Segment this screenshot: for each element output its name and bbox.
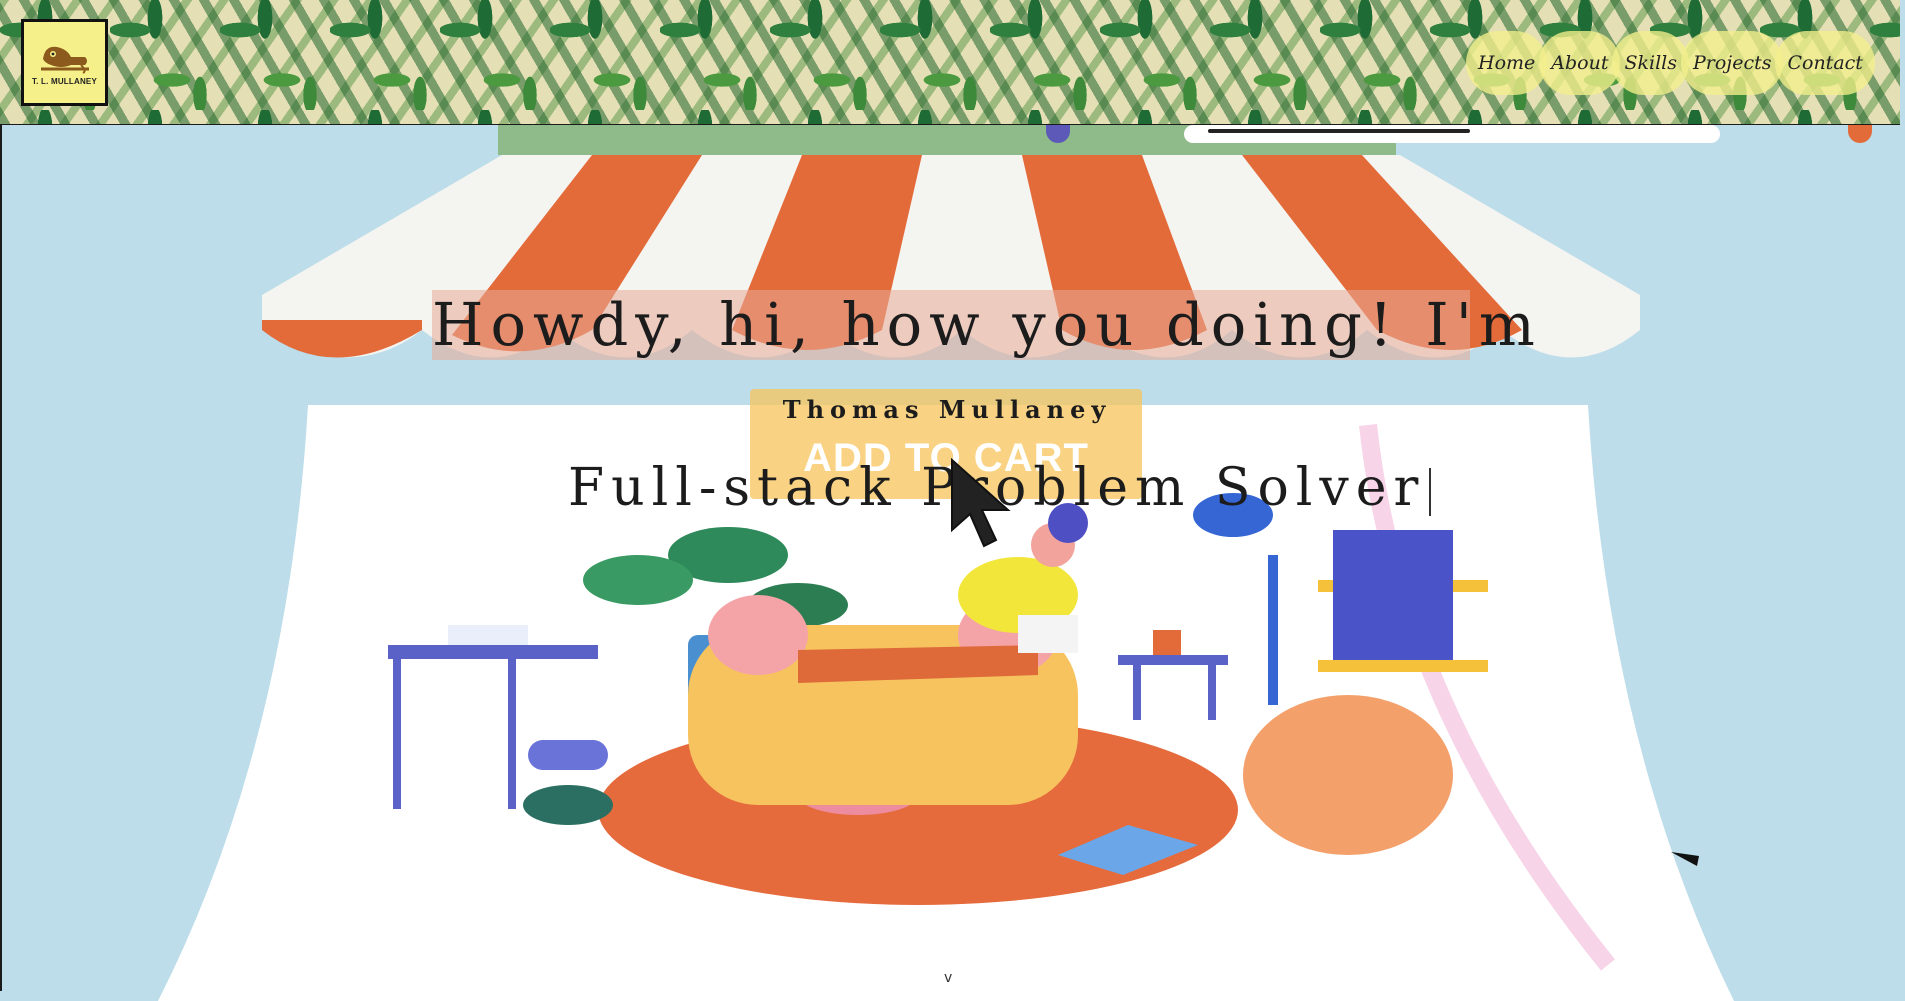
nav-contact[interactable]: Contact xyxy=(1775,31,1875,95)
hero-name: Thomas Mullaney xyxy=(782,395,1112,424)
site-header: T. L. MULLANEY Home About Skills Project… xyxy=(0,0,1900,125)
awning-rod xyxy=(498,125,1872,155)
nav-projects[interactable]: Projects xyxy=(1681,31,1784,95)
carousel-dot[interactable] xyxy=(886,960,924,963)
scroll-down-indicator[interactable]: v xyxy=(944,970,952,986)
logo-text: T. L. MULLANEY xyxy=(31,77,98,86)
nav-skills[interactable]: Skills xyxy=(1612,31,1689,95)
carousel-dot-active[interactable] xyxy=(932,960,970,964)
awning-rod-cap xyxy=(1848,125,1872,143)
hero-tagline: Full-stack Problem Solver xyxy=(568,455,1432,521)
awning-rod-bar xyxy=(1184,125,1720,143)
typing-cursor xyxy=(1429,467,1432,516)
hero-section xyxy=(0,125,1900,1001)
awning-rod-cap xyxy=(1046,125,1070,143)
carousel-dot[interactable] xyxy=(978,960,1016,963)
chameleon-logo-icon xyxy=(40,46,89,74)
awning-rod-line xyxy=(1208,129,1470,133)
nav-home[interactable]: Home xyxy=(1466,31,1548,95)
site-logo[interactable]: T. L. MULLANEY xyxy=(21,19,108,106)
mouse-pointer-icon xyxy=(951,458,1011,548)
corner-arrow-icon xyxy=(1671,852,1699,866)
main-nav: Home About Skills Projects Contact xyxy=(1466,31,1875,95)
nav-about[interactable]: About xyxy=(1539,31,1621,95)
carousel-indicators xyxy=(886,960,1016,964)
left-edge xyxy=(0,125,2,991)
hero-greeting: Howdy, hi, how you doing! I'm xyxy=(432,290,1542,360)
